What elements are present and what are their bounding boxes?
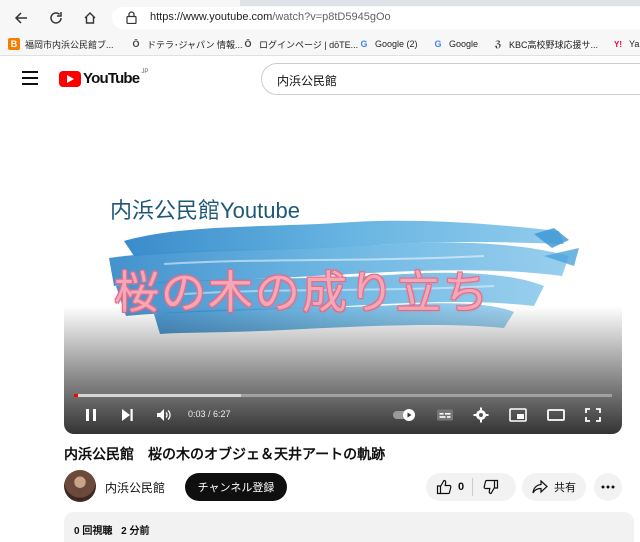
- controls-gradient: [64, 306, 622, 434]
- google-icon: G: [360, 39, 368, 49]
- channel-name[interactable]: 内浜公民館: [105, 479, 165, 496]
- video-title: 内浜公民館 桜の木のオブジェ＆天井アートの軌跡: [64, 446, 386, 462]
- subtitles-button[interactable]: [434, 404, 456, 426]
- bookmarks-bar: B 福岡市内浜公民館ブ... Ō ドテラ･ジャパン 情報... Ō ログインペー…: [0, 32, 640, 56]
- bookmark-item[interactable]: G Google (2): [358, 37, 418, 51]
- like-dislike-group: 0: [426, 473, 516, 501]
- bookmark-item[interactable]: Y! Ya: [612, 37, 639, 51]
- dislike-button[interactable]: [473, 479, 499, 495]
- more-horizontal-icon: [601, 485, 615, 489]
- settings-button[interactable]: [470, 404, 492, 426]
- back-button[interactable]: [8, 6, 34, 30]
- skip-next-icon: [122, 409, 133, 421]
- bookmark-item[interactable]: ℨ KBC高校野球応援サ...: [492, 37, 598, 51]
- bookmark-label: 福岡市内浜公民館ブ...: [25, 39, 114, 50]
- played-bar: [74, 394, 79, 397]
- like-button[interactable]: 0: [426, 473, 464, 501]
- share-button[interactable]: 共有: [522, 473, 586, 501]
- address-bar[interactable]: https://www.youtube.com/watch?v=p8tD5945…: [112, 7, 640, 29]
- bookmark-label: KBC高校野球応援サ...: [509, 39, 599, 50]
- thumbnail-heading: 内浜公民館Youtube: [110, 198, 300, 223]
- video-player[interactable]: 内浜公民館Youtube 桜の木の成り立ち 0:03 / 6:27: [64, 116, 622, 434]
- doterra-icon: Ō: [244, 39, 252, 49]
- share-label: 共有: [554, 482, 576, 494]
- arrow-left-icon: [14, 12, 27, 24]
- youtube-play-icon: [59, 70, 81, 87]
- miniplayer-button[interactable]: [507, 404, 529, 426]
- autoplay-toggle[interactable]: [390, 404, 420, 426]
- volume-icon: [157, 409, 171, 421]
- miniplayer-icon: [509, 408, 527, 422]
- theater-mode-icon: [547, 409, 565, 421]
- bookmark-label: ログインページ | dōTE...: [259, 39, 359, 50]
- autoplay-toggle-icon: [393, 409, 415, 421]
- bookmark-item[interactable]: Ō ドテラ･ジャパン 情報...: [130, 37, 243, 51]
- time-display: 0:03 / 6:27: [188, 409, 231, 419]
- url-path: /watch?v=p8tD5945gOo: [272, 11, 391, 23]
- bookmark-item[interactable]: B 福岡市内浜公民館ブ...: [8, 37, 114, 51]
- bookmark-label: ドテラ･ジャパン 情報...: [147, 39, 243, 50]
- subscribe-button[interactable]: チャンネル登録: [185, 473, 287, 501]
- url-host: https://www.youtube.com: [150, 11, 273, 23]
- bookmark-item[interactable]: Ō ログインページ | dōTE...: [242, 37, 358, 51]
- share-icon: [532, 480, 548, 494]
- address-url: https://www.youtube.com/watch?v=p8tD5945…: [150, 11, 391, 23]
- video-meta: 0 回視聴 2 分前: [74, 522, 149, 537]
- volume-button[interactable]: [152, 404, 176, 426]
- search-query: 内浜公民館: [277, 74, 338, 88]
- youtube-header: YouTube JP 内浜公民館: [0, 57, 640, 103]
- buffered-bar: [74, 394, 241, 397]
- view-count: 0 回視聴: [74, 526, 113, 537]
- search-input[interactable]: 内浜公民館: [261, 63, 640, 95]
- pause-button[interactable]: [80, 404, 102, 426]
- pause-icon: [86, 409, 96, 421]
- bookmark-label: Ya: [629, 39, 640, 49]
- home-button[interactable]: [77, 6, 103, 30]
- youtube-logo[interactable]: YouTube JP: [59, 68, 149, 87]
- reload-button[interactable]: [43, 6, 69, 30]
- next-button[interactable]: [116, 404, 138, 426]
- yahoo-icon: Y!: [614, 39, 622, 49]
- like-count: 0: [458, 481, 465, 493]
- google-icon: G: [434, 39, 442, 49]
- upload-age: 2 分前: [121, 526, 150, 537]
- bookmark-label: Google: [449, 39, 479, 49]
- bookmark-label: Google (2): [375, 39, 418, 49]
- more-actions-button[interactable]: [594, 473, 622, 501]
- thumbs-up-icon: [436, 479, 452, 495]
- thumbs-down-icon: [483, 479, 499, 495]
- home-icon: [84, 12, 96, 24]
- lock-icon[interactable]: [126, 11, 137, 24]
- doterra-icon: Ō: [132, 39, 140, 49]
- description-box[interactable]: 0 回視聴 2 分前: [64, 512, 634, 542]
- kbc-icon: ℨ: [494, 38, 502, 49]
- youtube-region-label: JP: [141, 68, 149, 75]
- reload-icon: [50, 12, 62, 24]
- fullscreen-icon: [585, 408, 601, 422]
- youtube-logo-text: YouTube: [83, 70, 140, 87]
- browser-toolbar: https://www.youtube.com/watch?v=p8tD5945…: [0, 6, 640, 32]
- progress-bar[interactable]: [74, 394, 612, 397]
- subtitles-icon: [437, 409, 453, 421]
- theater-mode-button[interactable]: [545, 404, 567, 426]
- blogger-icon: B: [8, 38, 20, 50]
- avatar[interactable]: [64, 470, 96, 502]
- gear-icon: [473, 407, 489, 423]
- menu-icon[interactable]: [22, 71, 38, 85]
- bookmark-item[interactable]: G Google: [432, 37, 478, 51]
- fullscreen-button[interactable]: [582, 404, 604, 426]
